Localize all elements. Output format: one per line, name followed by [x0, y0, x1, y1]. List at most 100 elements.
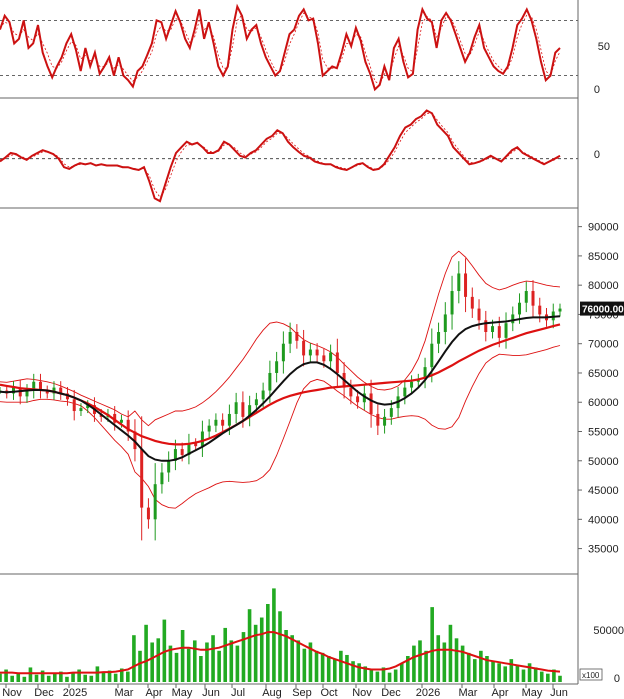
volume-bar — [375, 671, 380, 682]
time-axis-label: Nov — [2, 687, 22, 699]
volume-bar — [46, 675, 51, 682]
volume-bar — [223, 627, 228, 682]
volume-bar — [89, 675, 94, 682]
oscillator-tick-50: 50 — [598, 41, 610, 53]
volume-bar — [326, 656, 331, 682]
price-tick-label: 35000 — [588, 544, 619, 556]
volume-bar — [113, 673, 118, 682]
volume-unit-label: x100 — [582, 671, 600, 680]
time-axis-label: Oct — [320, 687, 337, 699]
price-tick-label: 60000 — [588, 397, 619, 409]
volume-bar — [83, 674, 88, 682]
volume-bar — [424, 650, 428, 682]
time-axis-label: Jun — [202, 687, 220, 699]
volume-bar — [369, 669, 374, 682]
price-tick-label: 50000 — [588, 456, 619, 468]
volume-tick-0: 0 — [614, 673, 620, 685]
volume-bar — [302, 648, 307, 682]
volume-bar — [28, 667, 33, 682]
volume-tick-50000: 50000 — [593, 625, 624, 637]
volume-bar — [126, 671, 130, 682]
price-tick-label: 45000 — [588, 485, 619, 497]
volume-bar — [247, 609, 252, 682]
volume-bar — [217, 650, 221, 682]
volume-bar — [138, 650, 142, 682]
price-tick-label: 85000 — [588, 251, 619, 263]
volume-bar — [205, 642, 209, 682]
volume-bar — [332, 659, 337, 682]
price-tick-label: 80000 — [588, 280, 619, 292]
volume-bar — [192, 640, 197, 682]
volume-bar — [0, 673, 2, 682]
time-axis-label: Dec — [34, 687, 54, 699]
volume-bar — [515, 665, 520, 682]
volume-bar — [211, 635, 215, 682]
time-axis-label: Mar — [115, 687, 134, 699]
volume-bar — [546, 673, 550, 682]
volume-bar — [418, 640, 422, 682]
volume-bar — [454, 638, 459, 682]
volume-bar — [436, 635, 441, 682]
stock-chart: 50 0 0 900008500080000750007000065000600… — [0, 0, 624, 699]
volume-bar — [229, 640, 234, 682]
chart-background — [0, 0, 624, 699]
time-axis-label: Apr — [491, 687, 508, 699]
price-tick-label: 55000 — [588, 427, 619, 439]
volume-bar — [150, 642, 154, 682]
time-axis-label: May — [172, 687, 193, 699]
volume-bar — [65, 676, 69, 682]
time-axis-label: Jun — [550, 687, 568, 699]
volume-bar — [71, 672, 75, 682]
volume-bar — [278, 611, 282, 682]
oscillator-tick-0: 0 — [594, 84, 600, 96]
volume-bar — [448, 624, 453, 682]
volume-bar — [442, 642, 447, 682]
volume-bar — [132, 635, 136, 682]
volume-bar — [393, 669, 398, 682]
price-tick-label: 65000 — [588, 368, 619, 380]
volume-bar — [497, 663, 501, 682]
volume-bar — [387, 672, 392, 682]
volume-bar — [144, 624, 148, 682]
time-axis-label: 2025 — [63, 687, 87, 699]
time-axis-label: May — [522, 687, 543, 699]
volume-bar — [52, 673, 57, 682]
volume-bar — [22, 676, 27, 682]
volume-bar — [558, 675, 562, 682]
volume-bar — [527, 663, 532, 682]
volume-bar — [95, 666, 100, 682]
time-axis-label: Nov — [352, 687, 372, 699]
price-tick-label: 90000 — [588, 222, 619, 234]
volume-bar — [472, 659, 477, 682]
volume-bar — [180, 630, 185, 682]
volume-bar — [491, 661, 495, 682]
volume-bar — [412, 645, 416, 682]
volume-bar — [339, 650, 343, 682]
volume-bar — [314, 650, 319, 682]
volume-bar — [296, 640, 301, 682]
time-axis-label: 2026 — [416, 687, 440, 699]
volume-bar — [509, 659, 514, 682]
volume-bar — [521, 669, 526, 682]
price-tick-label: 70000 — [588, 339, 619, 351]
volume-bar — [399, 663, 404, 682]
volume-bar — [101, 672, 106, 682]
time-axis-label: Apr — [145, 687, 162, 699]
volume-bar — [34, 674, 39, 682]
volume-bar — [174, 652, 179, 682]
macd-tick-0: 0 — [594, 149, 600, 161]
volume-bar — [272, 588, 276, 682]
last-price-label: 76000.00 — [582, 305, 624, 316]
price-tick-label: 40000 — [588, 514, 619, 526]
last-price-tag: 76000.00 — [580, 301, 624, 316]
time-axis-label: Sep — [292, 687, 312, 699]
volume-bar — [156, 638, 161, 682]
volume-bar — [539, 671, 544, 682]
volume-bar — [479, 650, 483, 682]
volume-bar — [320, 652, 325, 682]
volume-bar — [290, 635, 294, 682]
volume-bar — [77, 669, 81, 682]
time-axis-label: Jul — [231, 687, 245, 699]
volume-bar — [253, 624, 258, 682]
volume-bar — [199, 656, 203, 682]
